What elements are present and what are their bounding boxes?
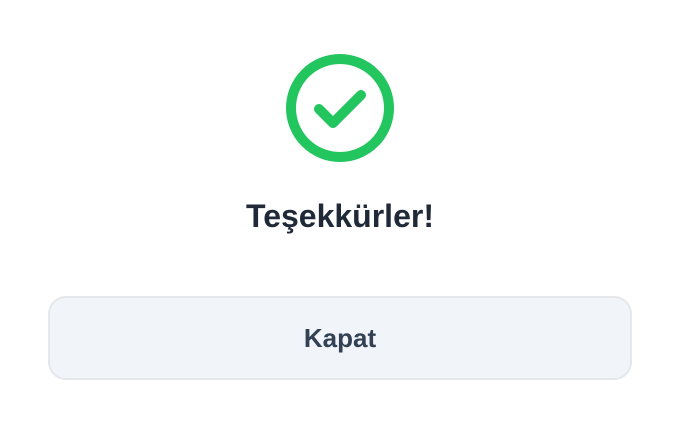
dialog-title: Teşekkürler! — [246, 198, 434, 234]
close-button[interactable]: Kapat — [48, 296, 632, 380]
check-circle-icon — [285, 53, 395, 163]
success-dialog: Teşekkürler! Kapat — [0, 0, 680, 428]
